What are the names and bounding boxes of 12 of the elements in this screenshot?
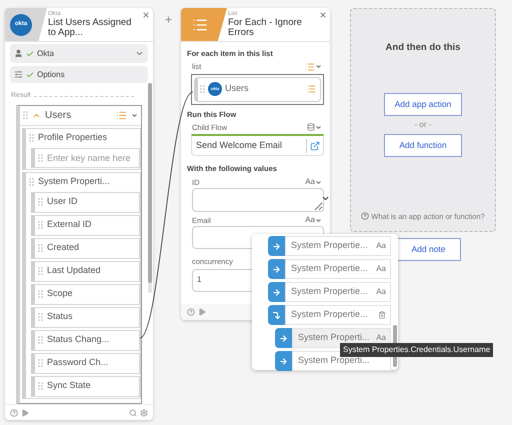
connection-label: Okta	[37, 48, 54, 60]
card-title: For Each - Ignore Errors	[228, 18, 303, 38]
options-label: Options	[37, 68, 65, 80]
card-title: List Users Assigned to App...	[48, 18, 132, 38]
list-value: Users	[225, 82, 249, 96]
tooltip: System Properties.Credentials.Username	[340, 343, 494, 357]
separator-text: - or -	[414, 119, 432, 132]
type-label: Aa	[376, 332, 386, 344]
type-label: Aa	[376, 286, 386, 298]
type-label: Aa	[376, 263, 386, 275]
type-label: Aa	[376, 240, 386, 252]
panel-title: And then do this	[386, 41, 460, 55]
